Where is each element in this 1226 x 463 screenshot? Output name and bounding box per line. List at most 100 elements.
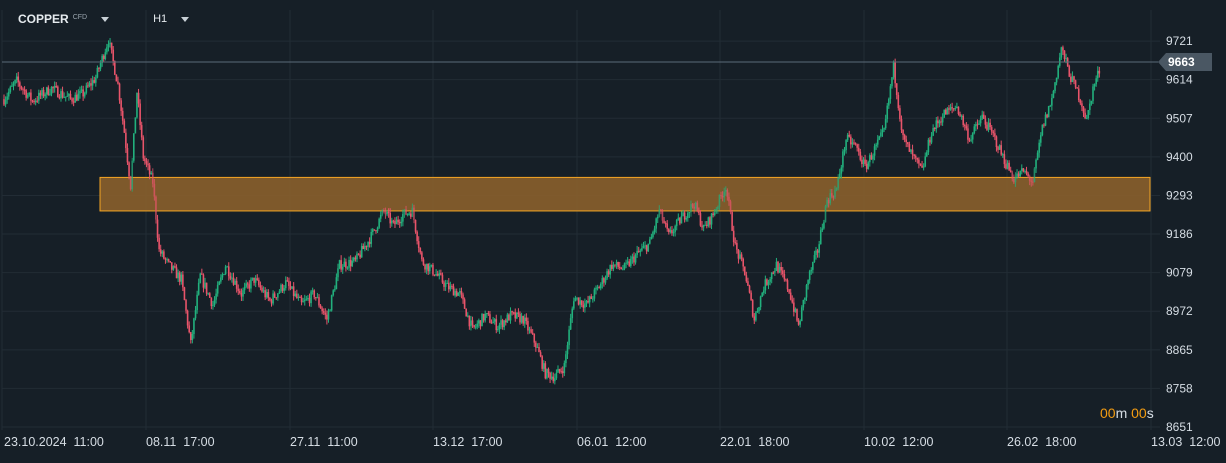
candle xyxy=(226,265,228,268)
candle xyxy=(381,209,384,217)
candle xyxy=(843,146,846,156)
candle xyxy=(74,92,77,103)
candle-body xyxy=(611,265,613,269)
candle-body xyxy=(137,92,140,104)
candle-body xyxy=(753,316,756,321)
candle-body xyxy=(128,162,130,177)
candle xyxy=(902,129,904,141)
candle xyxy=(987,118,990,133)
candle-body xyxy=(324,312,327,315)
candle-body xyxy=(982,114,985,119)
candle-body xyxy=(1084,112,1086,119)
candle xyxy=(1092,83,1094,105)
candle xyxy=(1090,100,1093,106)
candle-body xyxy=(270,300,273,304)
candle-body xyxy=(631,256,634,259)
candle xyxy=(207,292,209,296)
candle-body xyxy=(1016,173,1018,177)
candle xyxy=(508,313,510,321)
candle-body xyxy=(145,161,148,164)
candle xyxy=(891,77,893,89)
candle-body xyxy=(484,313,486,321)
candle-body xyxy=(273,293,276,298)
candle xyxy=(129,175,132,191)
candle-body xyxy=(66,95,69,97)
candle-body xyxy=(346,267,349,269)
candle-body xyxy=(443,282,445,287)
candle xyxy=(430,264,433,268)
candle xyxy=(457,292,460,296)
candle-body xyxy=(1077,88,1080,101)
candle-body xyxy=(261,287,263,292)
candle xyxy=(229,272,232,281)
x-tick-label: 06.01 12:00 xyxy=(577,435,647,449)
candle xyxy=(941,113,944,126)
candle-body xyxy=(903,135,906,140)
candle-body xyxy=(417,241,420,249)
candle-body xyxy=(1073,76,1075,81)
candle-body xyxy=(937,120,939,124)
candle xyxy=(819,227,822,245)
candle-body xyxy=(997,147,999,150)
candle-body xyxy=(425,263,428,270)
symbol-name[interactable]: COPPER xyxy=(18,12,69,26)
candle-body xyxy=(159,249,162,254)
candle xyxy=(441,272,444,284)
candle-body xyxy=(804,297,806,301)
candle-body xyxy=(875,144,877,147)
candle xyxy=(614,264,616,268)
candle xyxy=(557,365,559,373)
candle xyxy=(755,311,757,322)
candle xyxy=(114,60,116,76)
candle-body xyxy=(4,100,7,105)
symbol-dropdown-icon[interactable] xyxy=(101,16,110,22)
candle-body xyxy=(612,264,615,269)
candle xyxy=(22,87,24,95)
candle-body xyxy=(1076,87,1078,89)
candle xyxy=(134,117,137,134)
y-tick-label: 9721 xyxy=(1166,34,1193,48)
candle xyxy=(148,162,151,180)
candle-body xyxy=(348,259,350,268)
candle xyxy=(984,115,987,129)
candle xyxy=(26,92,29,99)
candle xyxy=(745,271,748,283)
candle-body xyxy=(535,342,537,348)
chart-area[interactable]: 9663 9721 9614 9507 9400 9293 9186 9079 8972 8865… xyxy=(0,0,1226,458)
candle xyxy=(914,154,917,162)
candle-body xyxy=(202,274,205,288)
candle-body xyxy=(664,223,667,225)
candle xyxy=(80,85,83,94)
timeframe-dropdown-icon[interactable] xyxy=(181,16,190,22)
candle xyxy=(232,272,235,286)
candle-body xyxy=(986,124,988,130)
candle xyxy=(710,213,713,230)
candle-body xyxy=(751,300,754,317)
candle-body xyxy=(1074,80,1077,88)
candle xyxy=(743,266,746,276)
candle xyxy=(633,252,635,266)
candle xyxy=(158,234,160,252)
candle xyxy=(593,287,596,302)
candlestick-chart[interactable]: 9663 9721 9614 9507 9400 9293 9186 9079 8972 8865… xyxy=(0,0,1226,458)
candle-body xyxy=(69,93,72,99)
candle-body xyxy=(527,321,529,331)
candle xyxy=(943,109,946,119)
candle-body xyxy=(76,94,78,101)
candle xyxy=(857,143,860,156)
candle xyxy=(391,217,393,227)
candle-body xyxy=(1051,97,1053,106)
candle xyxy=(905,135,908,148)
candle xyxy=(685,216,688,222)
timeframe-selector[interactable]: H1 xyxy=(153,13,167,25)
candle-body xyxy=(256,278,259,280)
candle xyxy=(669,226,672,234)
candle-body xyxy=(926,152,928,157)
candle-body xyxy=(845,140,847,151)
candle xyxy=(596,284,599,291)
candle-body xyxy=(169,260,171,263)
candle-body xyxy=(305,298,308,300)
candle xyxy=(237,284,240,295)
candle xyxy=(897,92,900,111)
candle-body xyxy=(272,293,274,304)
